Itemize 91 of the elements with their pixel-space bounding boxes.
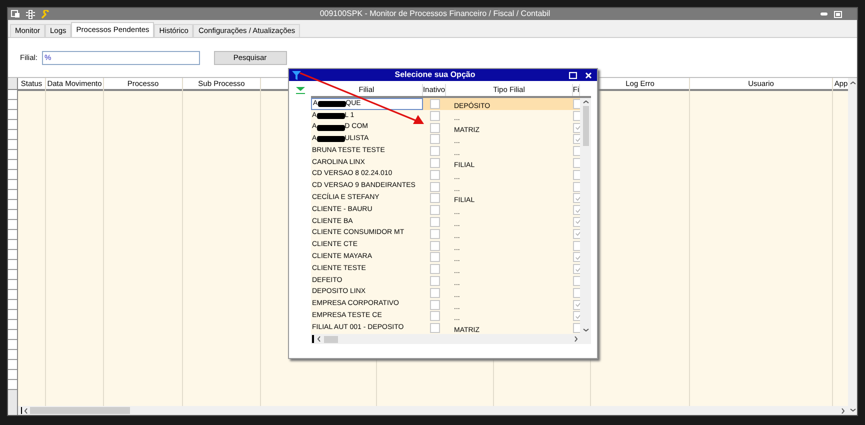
checkbox[interactable] [430, 110, 440, 121]
checkbox[interactable] [430, 288, 440, 298]
row-header-cell[interactable] [8, 160, 17, 170]
row-header-cell[interactable] [8, 350, 17, 360]
checkbox[interactable] [430, 323, 440, 334]
checkbox[interactable] [573, 110, 580, 121]
checkbox[interactable] [430, 170, 440, 180]
scrollbar-thumb[interactable] [324, 336, 338, 342]
checkbox[interactable] [573, 288, 580, 298]
row-header-cell[interactable] [8, 270, 17, 280]
checkbox[interactable] [573, 264, 580, 274]
row-header-cell[interactable] [8, 230, 17, 240]
row-header-cell[interactable] [8, 280, 17, 290]
checkbox[interactable] [430, 146, 440, 156]
checkbox[interactable] [573, 311, 580, 322]
row-header-cell[interactable] [8, 190, 17, 200]
checkbox[interactable] [430, 182, 440, 192]
row-header-cell[interactable] [8, 120, 17, 130]
row-header-cell[interactable] [8, 320, 17, 330]
window-icon[interactable] [11, 10, 20, 18]
row-header-cell[interactable] [8, 100, 17, 110]
checkbox[interactable] [573, 146, 580, 156]
checkbox[interactable] [573, 240, 580, 251]
checkbox[interactable] [430, 252, 440, 262]
checkbox[interactable] [573, 252, 580, 262]
checkbox[interactable] [430, 205, 440, 216]
checkbox[interactable] [430, 98, 440, 109]
row-header-cell[interactable] [8, 260, 17, 270]
checkbox[interactable] [573, 228, 580, 239]
row-header-cell[interactable] [8, 130, 17, 140]
checkbox[interactable] [573, 205, 580, 216]
scrollbar-thumb[interactable] [582, 106, 588, 146]
checkbox[interactable] [430, 134, 440, 144]
checkbox[interactable] [573, 276, 580, 286]
sort-icon[interactable] [296, 87, 304, 94]
horizontal-scrollbar[interactable] [18, 406, 848, 415]
row-header-cell[interactable] [8, 310, 17, 320]
checkbox[interactable] [430, 193, 440, 204]
row-header-cell[interactable] [8, 240, 17, 250]
checkbox[interactable] [573, 158, 580, 168]
maximize-icon[interactable] [569, 72, 577, 79]
checkbox[interactable] [573, 122, 580, 133]
minimize-icon[interactable] [820, 11, 828, 17]
row-header-cell[interactable] [8, 380, 17, 390]
row-header-cell[interactable] [8, 90, 17, 100]
checkbox[interactable] [573, 300, 580, 310]
checkbox[interactable] [430, 122, 440, 133]
close-icon[interactable] [585, 72, 592, 79]
vertical-scrollbar[interactable] [848, 78, 857, 415]
checkbox[interactable] [573, 98, 580, 109]
vertical-scrollbar[interactable] [580, 98, 591, 334]
checkbox[interactable] [430, 264, 440, 274]
row-header-cell[interactable] [8, 210, 17, 220]
row-header-cell[interactable] [8, 180, 17, 190]
row-header-cell[interactable] [8, 340, 17, 350]
checkbox[interactable] [573, 323, 580, 334]
checkbox[interactable] [573, 170, 580, 180]
redaction-mark [316, 136, 345, 142]
checkbox[interactable] [573, 134, 580, 144]
checkbox[interactable] [573, 193, 580, 204]
checkbox[interactable] [430, 228, 440, 239]
row-header-cell[interactable] [8, 330, 17, 340]
row-header-cell[interactable] [8, 140, 17, 150]
window-title: 009100SPK - Monitor de Processos Financeiro / Fiscal / Contabil [320, 8, 550, 20]
filter-icon[interactable] [292, 70, 301, 80]
checkbox[interactable] [573, 216, 580, 227]
checkbox[interactable] [430, 216, 440, 227]
checkbox[interactable] [430, 158, 440, 168]
horizontal-scrollbar[interactable] [311, 334, 591, 344]
row-header-cell[interactable] [8, 250, 17, 260]
row-header-cell[interactable] [8, 170, 17, 180]
checkbox[interactable] [430, 300, 440, 310]
wrench-icon[interactable] [41, 10, 50, 18]
row-header-cell[interactable] [8, 110, 17, 120]
checkbox[interactable] [430, 240, 440, 251]
redaction-mark [316, 124, 345, 131]
dialog-title: Selecione sua Opção [394, 69, 476, 82]
row-header-cell[interactable] [8, 220, 17, 230]
checkbox[interactable] [430, 311, 440, 322]
traffic-light-icon[interactable] [26, 10, 35, 18]
row-header-cell[interactable] [8, 360, 17, 370]
row-header-cell[interactable] [8, 300, 17, 310]
scrollbar-thumb[interactable] [30, 407, 130, 414]
row-header-cell[interactable] [8, 200, 17, 210]
redaction-mark [316, 112, 345, 119]
checkbox[interactable] [573, 182, 580, 192]
redaction-mark [318, 100, 346, 107]
checkbox[interactable] [430, 276, 440, 286]
row-header-cell[interactable] [8, 290, 17, 300]
row-header-cell[interactable] [8, 150, 17, 160]
row-header-cell[interactable] [8, 370, 17, 380]
